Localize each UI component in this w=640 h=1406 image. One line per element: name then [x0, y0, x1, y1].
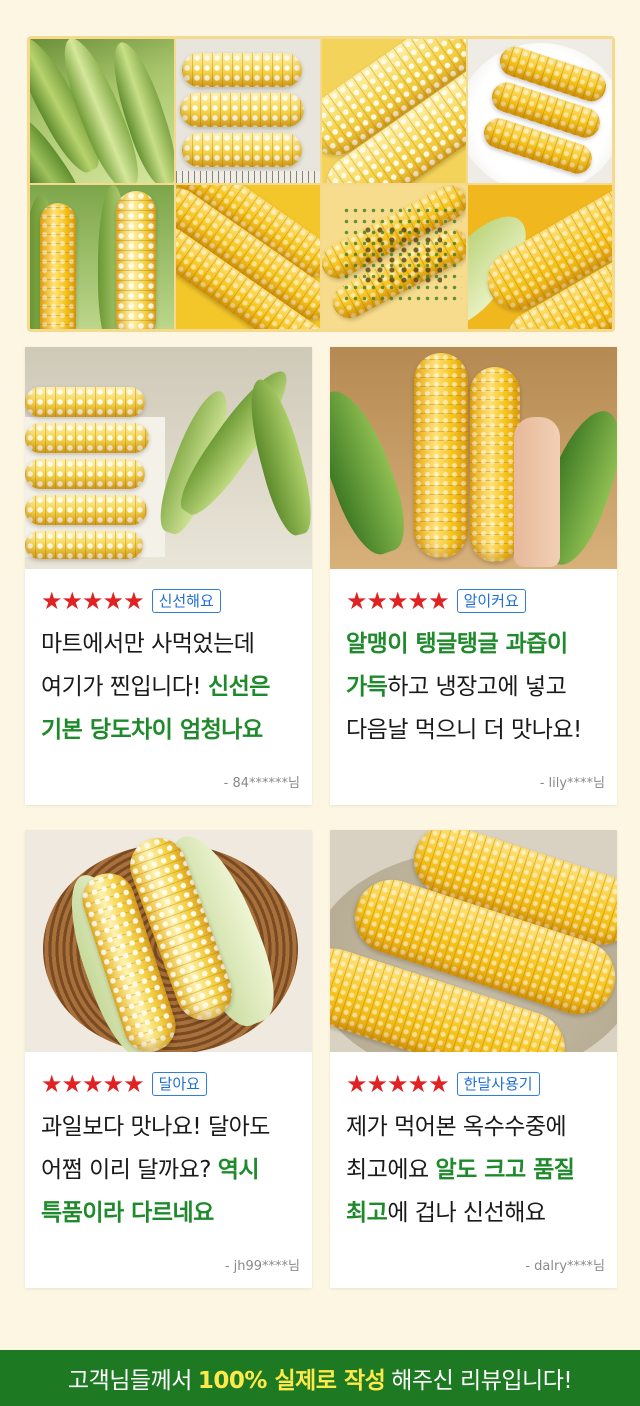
review-text: 마트에서만 사먹었는데 여기가 찐입니다! 신선은 기본 당도차이 엄청나요 [41, 623, 296, 752]
review-text: 제가 먹어본 옥수수중에 최고에요 알도 크고 품질 최고에 겁나 신선해요 [346, 1106, 601, 1235]
gallery-photo-yellow-kernels[interactable] [468, 185, 612, 329]
gallery-photo-corn-on-plate[interactable] [468, 39, 612, 183]
review-text-part: 에 겁나 신선해요 [387, 1200, 546, 1226]
review-card: ★★★★★ 달아요 과일보다 맛나요! 달아도 어쩜 이리 달까요? 역시 특품… [25, 830, 312, 1288]
rating-row: ★★★★★ 한달사용기 [346, 1070, 601, 1098]
gallery-photo-bicolor-kernels[interactable] [322, 39, 466, 183]
gallery-photo-corn-on-ruler[interactable] [176, 39, 320, 183]
review-author: - 84******님 [223, 776, 300, 791]
star-rating: ★★★★★ [41, 1070, 145, 1098]
review-photo[interactable] [330, 347, 617, 569]
gallery-photo-corn-in-husk[interactable] [30, 39, 174, 183]
footer-prefix: 고객님들께서 [67, 1368, 192, 1394]
review-photo[interactable] [330, 830, 617, 1052]
gallery-photo-grilled-corn[interactable] [322, 185, 466, 329]
review-author: - dalry****님 [525, 1259, 605, 1274]
review-author: - jh99****님 [224, 1259, 300, 1274]
footer-highlight: 100% 실제로 작성 [197, 1368, 386, 1394]
rating-row: ★★★★★ 신선해요 [41, 587, 296, 615]
review-photo[interactable] [25, 830, 312, 1052]
star-rating: ★★★★★ [346, 587, 450, 615]
gallery-photo-yellow-corn-pile[interactable] [176, 185, 320, 329]
footer-banner: 고객님들께서 100% 실제로 작성 해주신 리뷰입니다! [0, 1350, 640, 1406]
rating-row: ★★★★★ 달아요 [41, 1070, 296, 1098]
review-card: ★★★★★ 신선해요 마트에서만 사먹었는데 여기가 찐입니다! 신선은 기본 … [25, 347, 312, 805]
review-tag: 달아요 [151, 1072, 207, 1096]
review-tag: 알이커요 [456, 589, 526, 613]
review-card: ★★★★★ 한달사용기 제가 먹어본 옥수수중에 최고에요 알도 크고 품질 최… [330, 830, 617, 1288]
review-text: 과일보다 맛나요! 달아도 어쩜 이리 달까요? 역시 특품이라 다르네요 [41, 1106, 296, 1235]
review-photo[interactable] [25, 347, 312, 569]
star-rating: ★★★★★ [41, 587, 145, 615]
review-text: 알맹이 탱글탱글 과즙이 가득하고 냉장고에 넣고 다음날 먹으니 더 맛나요! [346, 623, 601, 752]
footer-suffix: 해주신 리뷰입니다! [391, 1368, 573, 1394]
review-author: - lily****님 [539, 776, 605, 791]
review-tag: 한달사용기 [456, 1072, 540, 1096]
review-photo-gallery [27, 36, 615, 332]
star-rating: ★★★★★ [346, 1070, 450, 1098]
rating-row: ★★★★★ 알이커요 [346, 587, 601, 615]
review-card: ★★★★★ 알이커요 알맹이 탱글탱글 과즙이 가득하고 냉장고에 넣고 다음날… [330, 347, 617, 805]
review-tag: 신선해요 [151, 589, 221, 613]
gallery-photo-corn-with-husk[interactable] [30, 185, 174, 329]
